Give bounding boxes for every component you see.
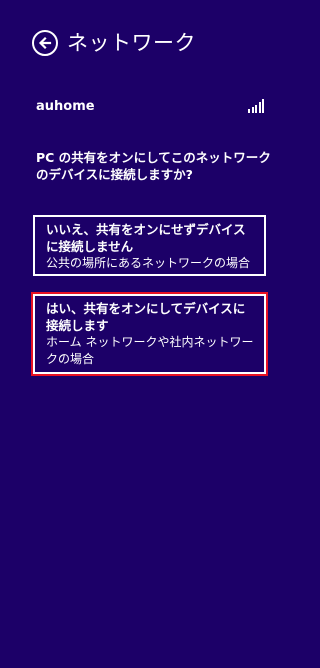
network-row: auhome [36,97,264,115]
option-yes-description: ホーム ネットワークや社内ネットワークの場合 [46,335,254,366]
signal-strength-icon [248,99,264,113]
back-button[interactable] [32,30,58,56]
sharing-question: PC の共有をオンにしてこのネットワークのデバイスに接続しますか? [36,150,271,182]
option-no-title: いいえ、共有をオンにせずデバイスに接続しません [46,222,246,254]
option-no-description: 公共の場所にあるネットワークの場合 [46,256,251,270]
network-name: auhome [36,98,95,114]
page-title: ネットワーク [67,31,196,55]
header: ネットワーク [32,27,196,59]
arrow-left-icon [38,36,52,50]
option-yes-title: はい、共有をオンにしてデバイスに接続します [46,301,246,333]
option-no-sharing[interactable]: いいえ、共有をオンにせずデバイスに接続しません 公共の場所にあるネットワークの場… [33,215,266,276]
option-yes-sharing[interactable]: はい、共有をオンにしてデバイスに接続します ホーム ネットワークや社内ネットワー… [31,292,268,376]
